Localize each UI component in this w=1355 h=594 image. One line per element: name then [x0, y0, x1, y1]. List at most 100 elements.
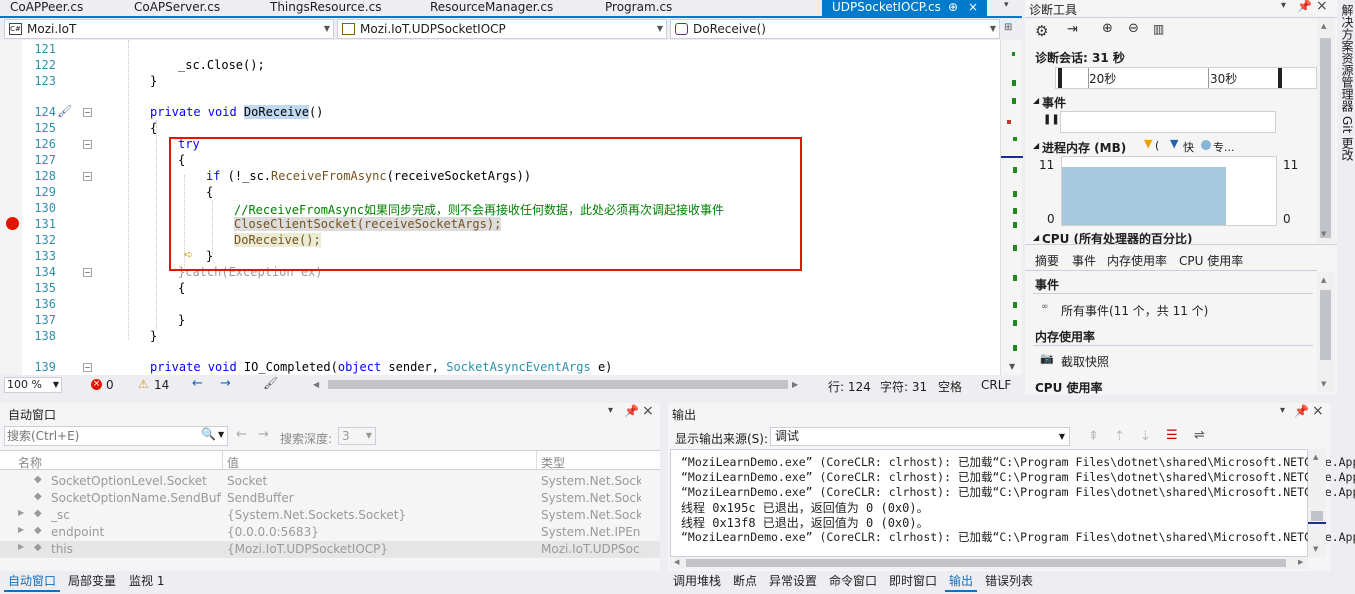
breakpoint-margin[interactable] — [0, 40, 22, 375]
search-depth-dropdown[interactable]: 3 ▼ — [338, 427, 376, 445]
tab-udpsocketiocp[interactable]: UDPSocketIOCP.cs ⊕ × — [822, 0, 987, 16]
table-row[interactable]: ▶ ◆ _sc {System.Net.Sockets.Socket} Syst… — [0, 507, 660, 524]
expand-icon[interactable]: ▶ — [18, 542, 24, 551]
error-count[interactable]: 0 — [106, 378, 114, 392]
member-dropdown[interactable]: DoReceive() ▼ — [670, 19, 1000, 39]
diag-upper-scrollbar[interactable]: ▲ ▼ — [1317, 18, 1335, 243]
tab-autos[interactable]: 自动窗口 — [4, 572, 61, 592]
tab-error-list[interactable]: 错误列表 — [981, 572, 1037, 592]
column-name[interactable]: 名称 — [18, 454, 42, 471]
pause-icon[interactable]: ❚❚ — [1043, 114, 1060, 125]
column-type[interactable]: 类型 — [541, 454, 565, 471]
table-row[interactable]: ▶ ◆ endpoint {0.0.0.0:5683} System.Net.I… — [0, 524, 660, 541]
class-dropdown[interactable]: Mozi.IoT.UDPSocketIOCP ▼ — [337, 19, 667, 39]
expand-icon[interactable]: ▶ — [18, 508, 24, 517]
whitespace-indicator[interactable]: 空格 — [938, 378, 962, 395]
pin-icon[interactable]: 📌 — [1297, 0, 1312, 13]
autos-search-input[interactable] — [7, 428, 197, 444]
close-icon[interactable]: × — [968, 0, 978, 14]
zoom-out-icon[interactable]: ⊖ — [1128, 21, 1139, 36]
tab-events[interactable]: 事件 — [1072, 252, 1096, 269]
scroll-down-arrow-icon[interactable]: ▼ — [1009, 362, 1015, 371]
output-text-area[interactable]: “MoziLearnDemo.exe” (CoreCLR: clrhost): … — [670, 449, 1355, 557]
find-message-icon[interactable]: ⇞ — [1088, 429, 1099, 444]
line-ending-indicator[interactable]: CRLF — [981, 378, 1011, 392]
word-wrap-icon[interactable]: ⇌ — [1194, 428, 1205, 443]
autos-search-box[interactable]: 🔍 ▼ — [4, 426, 228, 446]
collapse-toggle-icon[interactable]: − — [83, 140, 92, 149]
editor-scrollbar-map[interactable]: ▼ — [1000, 40, 1023, 375]
zoom-dropdown[interactable]: 100 % ▼ — [4, 377, 62, 393]
zoom-in-icon[interactable]: ⊕ — [1102, 21, 1113, 36]
tab-coapserver[interactable]: CoAPServer.cs — [124, 0, 254, 16]
previous-message-icon[interactable]: ⇡ — [1114, 429, 1125, 444]
search-previous-icon[interactable]: ← — [236, 427, 247, 442]
project-dropdown[interactable]: C# Mozi.IoT ▼ — [4, 19, 334, 39]
breakpoint-icon[interactable] — [6, 217, 19, 230]
reset-view-icon[interactable]: ▥ — [1153, 22, 1164, 36]
pin-icon[interactable]: 📌 — [1294, 404, 1309, 418]
collapse-toggle-icon[interactable]: − — [83, 172, 92, 181]
tab-cpu-usage[interactable]: CPU 使用率 — [1179, 252, 1243, 269]
tab-watch-1[interactable]: 监视 1 — [125, 572, 168, 592]
tab-output[interactable]: 输出 — [945, 572, 978, 592]
table-row[interactable]: ◆ SocketOptionName.SendBuffer SendBuffer… — [0, 490, 660, 507]
expand-icon[interactable]: ▶ — [18, 525, 24, 534]
tab-thingsresource[interactable]: ThingsResource.cs — [260, 0, 420, 16]
collapse-icon[interactable]: ◢ — [1033, 233, 1039, 242]
warning-count[interactable]: 14 — [154, 378, 169, 392]
hscroll-left-icon[interactable]: ◀ — [313, 380, 319, 389]
tab-locals[interactable]: 局部变量 — [64, 572, 120, 592]
quick-actions-brush-icon[interactable]: 🖌 — [57, 104, 72, 118]
close-icon[interactable]: × — [1316, 0, 1328, 14]
hscroll-right-icon[interactable]: ▶ — [792, 380, 798, 389]
tab-program[interactable]: Program.cs — [595, 0, 715, 16]
tab-command-window[interactable]: 命令窗口 — [825, 572, 881, 592]
collapse-icon[interactable]: ◢ — [1033, 141, 1039, 150]
diag-lower-scrollbar[interactable]: ▲ ▼ — [1317, 272, 1335, 392]
column-value[interactable]: 值 — [227, 454, 239, 471]
split-editor-icon[interactable]: ⊞ — [1004, 22, 1012, 33]
table-row[interactable]: ◆ SocketOptionLevel.Socket Socket System… — [0, 473, 660, 490]
tab-call-stack[interactable]: 调用堆栈 — [669, 572, 725, 592]
tab-summary[interactable]: 摘要 — [1035, 252, 1059, 269]
chevron-down-icon[interactable]: ▼ — [218, 430, 224, 439]
tab-breakpoints[interactable]: 断点 — [729, 572, 761, 592]
collapse-toggle-icon[interactable]: − — [83, 108, 92, 117]
output-source-dropdown[interactable]: 调试 ▼ — [770, 427, 1070, 446]
clear-all-icon[interactable]: ☰ — [1166, 428, 1178, 443]
close-icon[interactable]: × — [1312, 403, 1324, 419]
next-message-icon[interactable]: ⇣ — [1140, 429, 1151, 444]
window-position-icon[interactable]: ▾ — [1280, 405, 1285, 416]
navigate-back-icon[interactable]: ← — [192, 376, 203, 391]
events-track[interactable] — [1060, 111, 1276, 133]
collapse-icon[interactable]: ◢ — [1033, 96, 1039, 105]
window-position-icon[interactable]: ▾ — [608, 405, 613, 416]
navigate-forward-icon[interactable]: → — [220, 376, 231, 391]
collapse-toggle-icon[interactable]: − — [83, 363, 92, 372]
all-events-link[interactable]: 所有事件(11 个，共 11 个) — [1061, 302, 1208, 319]
tab-solution-explorer[interactable]: 解决方案资源管理器 — [1339, 4, 1355, 112]
tab-coappeer[interactable]: CoAPPeer.cs — [0, 0, 120, 16]
tab-immediate-window[interactable]: 即时窗口 — [885, 572, 941, 592]
table-row-selected[interactable]: ▶ ◆ this {Mozi.IoT.UDPSocketIOCP} Mozi.I… — [0, 541, 660, 558]
collapse-toggle-icon[interactable]: − — [83, 268, 92, 277]
memory-chart[interactable] — [1061, 156, 1277, 226]
search-next-icon[interactable]: → — [258, 427, 269, 442]
tab-git-changes[interactable]: Git 更改 — [1339, 116, 1355, 161]
tab-overflow-dropdown-icon[interactable]: ▾ — [1004, 0, 1009, 10]
tab-resourcemanager[interactable]: ResourceManager.cs — [420, 0, 590, 16]
timeline-ruler[interactable]: 20秒 30秒 — [1055, 67, 1317, 89]
export-icon[interactable]: ⇥ — [1067, 22, 1078, 37]
take-snapshot-button[interactable]: 截取快照 — [1061, 353, 1109, 370]
horizontal-scrollbar-thumb[interactable] — [328, 380, 788, 389]
settings-gear-icon[interactable]: ⚙ — [1035, 22, 1048, 40]
tab-exception-settings[interactable]: 异常设置 — [765, 572, 821, 592]
pin-icon[interactable]: 📌 — [624, 404, 639, 418]
close-icon[interactable]: × — [642, 403, 654, 419]
git-cleanup-icon[interactable]: 🖌 — [263, 376, 278, 390]
tab-memory-usage[interactable]: 内存使用率 — [1107, 252, 1167, 269]
code-editor[interactable]: 121 122 _sc.Close(); 123 } 124 🖌 − priva… — [0, 40, 1015, 375]
pin-icon[interactable]: ⊕ — [948, 0, 958, 14]
output-vertical-scrollbar[interactable]: ▲ ▼ — [1308, 449, 1326, 557]
